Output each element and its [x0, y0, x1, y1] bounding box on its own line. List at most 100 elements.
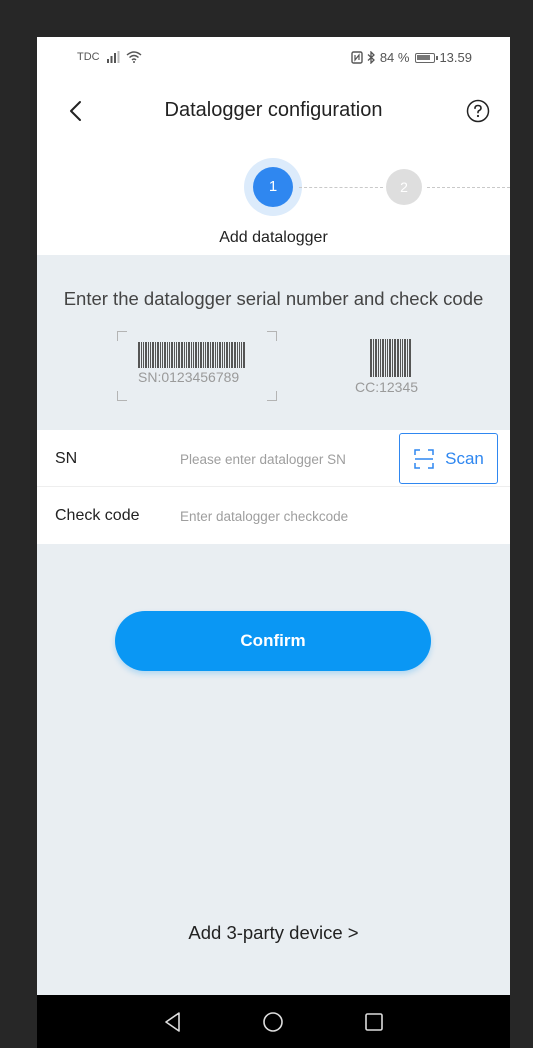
barcode-stripe — [171, 342, 173, 368]
barcode-stripe — [400, 339, 401, 377]
barcode-stripe — [181, 342, 183, 368]
barcode-stripe — [178, 342, 180, 368]
sn-barcode-image — [138, 342, 246, 368]
status-left: TDC — [77, 51, 142, 63]
progress-stepper: 1 2 Add datalogger — [37, 141, 510, 255]
barcode-stripe — [205, 342, 206, 368]
battery-percent: 84 % — [379, 50, 410, 65]
cc-example-text: CC:12345 — [355, 379, 419, 395]
barcode-stripe — [380, 339, 381, 377]
barcode-stripe — [160, 342, 161, 368]
frame-corner — [117, 391, 127, 401]
barcode-stripe — [385, 339, 386, 377]
scan-icon — [414, 448, 434, 469]
barcode-stripe — [143, 342, 144, 368]
status-bar: TDC 84 % 13.59 — [37, 37, 510, 83]
barcode-stripe — [387, 339, 388, 377]
step-label: Add datalogger — [219, 229, 328, 246]
barcode-stripe — [207, 342, 209, 368]
sn-example-text: SN:0123456789 — [138, 369, 240, 385]
cc-barcode-image — [370, 339, 412, 377]
barcode-stripe — [212, 342, 214, 368]
barcode-stripe — [397, 339, 399, 377]
barcode-stripe — [217, 342, 218, 368]
barcode-stripe — [176, 342, 177, 368]
frame-corner — [267, 331, 277, 341]
sn-label: SN — [55, 450, 78, 467]
barcode-stripe — [157, 342, 159, 368]
app-header: Datalogger configuration — [37, 83, 510, 141]
barcode-stripe — [198, 342, 199, 368]
barcode-stripe — [409, 339, 411, 377]
barcode-stripe — [184, 342, 185, 368]
barcode-stripe — [378, 339, 379, 377]
barcode-stripe — [191, 342, 192, 368]
frame-corner — [117, 331, 127, 341]
sn-row: SN Scan — [37, 430, 510, 487]
barcode-stripe — [152, 342, 154, 368]
signal-icon — [106, 51, 120, 63]
barcode-stripe — [382, 339, 384, 377]
scan-label: Scan — [445, 448, 484, 468]
barcode-stripe — [138, 342, 140, 368]
nav-back-icon[interactable] — [160, 1009, 186, 1035]
system-navigation-bar — [37, 995, 510, 1048]
barcode-stripe — [404, 339, 406, 377]
barcode-stripe — [145, 342, 147, 368]
barcode-stripe — [234, 342, 236, 368]
barcode-stripe — [229, 342, 230, 368]
barcode-stripe — [164, 342, 166, 368]
barcode-stripe — [210, 342, 211, 368]
barcode-stripe — [186, 342, 187, 368]
barcode-stripe — [200, 342, 202, 368]
app-screen: TDC 84 % 13.59 Datalogger configuration … — [37, 37, 510, 1048]
barcode-stripe — [237, 342, 238, 368]
sn-example-illustration: SN:0123456789 — [117, 331, 277, 401]
step-1-indicator: 1 — [253, 167, 293, 207]
barcode-stripe — [370, 339, 372, 377]
nfc-icon — [351, 51, 363, 64]
confirm-button[interactable]: Confirm — [115, 611, 431, 671]
barcode-stripe — [394, 339, 396, 377]
barcode-stripe — [195, 342, 197, 368]
barcode-stripe — [402, 339, 403, 377]
barcode-stripe — [148, 342, 149, 368]
step-2-indicator: 2 — [386, 169, 422, 205]
barcode-stripe — [407, 339, 408, 377]
status-right: 84 % 13.59 — [351, 50, 472, 65]
barcode-stripe — [215, 342, 216, 368]
page-title: Datalogger configuration — [164, 99, 383, 121]
help-icon[interactable] — [466, 99, 490, 123]
scan-button[interactable]: Scan — [399, 433, 498, 484]
barcode-stripe — [375, 339, 377, 377]
nav-home-icon[interactable] — [260, 1009, 286, 1035]
carrier-label: TDC — [77, 51, 100, 63]
step-connector — [299, 187, 383, 188]
barcode-stripe — [162, 342, 163, 368]
barcode-stripe — [392, 339, 393, 377]
barcode-stripe — [155, 342, 156, 368]
step-connector — [427, 187, 510, 188]
frame-corner — [267, 391, 277, 401]
barcode-stripe — [193, 342, 194, 368]
check-code-row: Check code — [37, 487, 510, 544]
barcode-stripe — [239, 342, 240, 368]
barcode-stripe — [169, 342, 170, 368]
barcode-stripe — [150, 342, 151, 368]
clock: 13.59 — [439, 50, 472, 65]
barcode-stripe — [174, 342, 175, 368]
barcode-stripe — [141, 342, 142, 368]
barcode-stripe — [241, 342, 242, 368]
barcode-stripe — [373, 339, 374, 377]
phone-frame: TDC 84 % 13.59 Datalogger configuration … — [0, 0, 533, 1048]
check-code-input[interactable] — [180, 501, 390, 531]
barcode-stripe — [167, 342, 168, 368]
instruction-text: Enter the datalogger serial number and c… — [63, 288, 484, 309]
datalogger-form: SN Scan Check code — [37, 430, 510, 544]
bluetooth-icon — [367, 51, 375, 64]
barcode-stripe — [203, 342, 204, 368]
barcode-stripe — [188, 342, 190, 368]
sn-input[interactable] — [180, 444, 390, 474]
add-third-party-device-link[interactable]: Add 3-party device > — [37, 922, 510, 944]
nav-recents-icon[interactable] — [361, 1009, 387, 1035]
